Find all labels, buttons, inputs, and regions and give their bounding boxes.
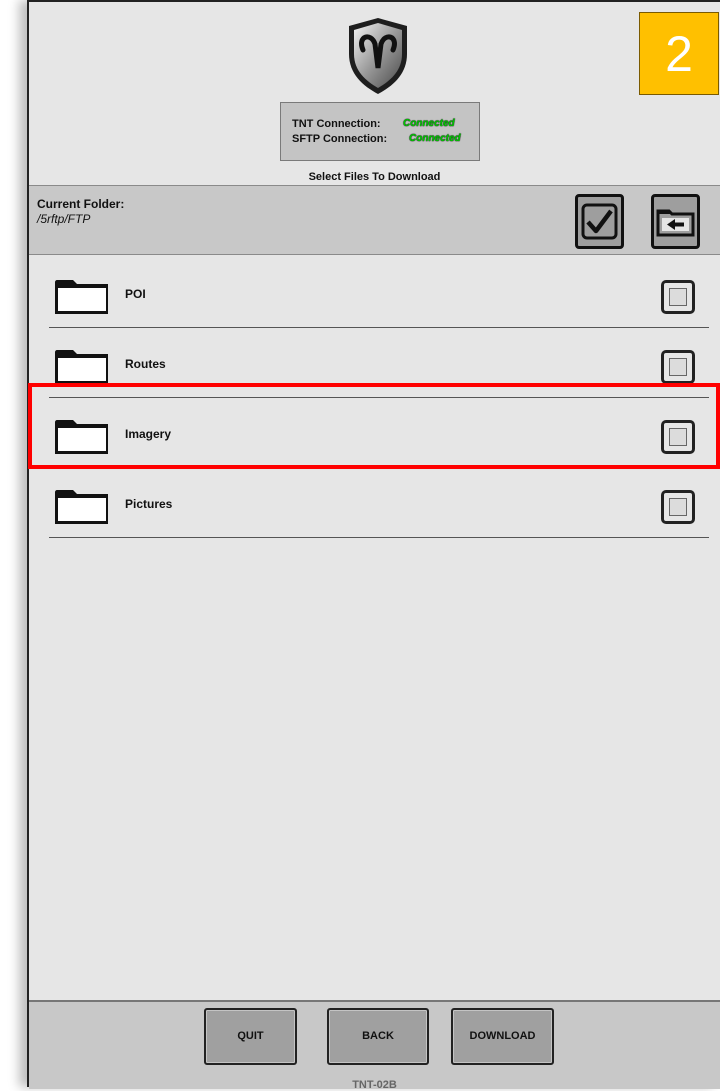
back-button[interactable]: BACK [327, 1008, 429, 1065]
current-folder-label: Current Folder: [37, 197, 125, 211]
list-item-routes[interactable]: Routes [49, 327, 709, 398]
current-folder-path: /5rftp/FTP [37, 212, 91, 226]
list-item-poi[interactable]: POI [49, 257, 709, 328]
select-checkbox[interactable] [661, 490, 695, 524]
download-button[interactable]: DOWNLOAD [451, 1008, 554, 1065]
list-item-imagery[interactable]: Imagery [49, 397, 709, 468]
folder-icon [55, 490, 108, 524]
parent-folder-button[interactable] [651, 194, 700, 249]
tnt-connection-status: Connected [403, 118, 455, 129]
device-id: TNT-02B [352, 1079, 397, 1091]
step-badge: 2 [639, 12, 719, 95]
select-checkbox[interactable] [661, 420, 695, 454]
select-checkbox[interactable] [661, 350, 695, 384]
file-name: Pictures [125, 497, 173, 511]
select-all-button[interactable] [575, 194, 624, 249]
instruction-text: Select Files To Download [308, 171, 441, 183]
connection-status-box: TNT Connection: Connected SFTP Connectio… [280, 102, 480, 161]
folder-back-icon [656, 209, 695, 237]
checkbox-checked-icon [581, 203, 618, 240]
header: TNT Connection: Connected SFTP Connectio… [29, 2, 720, 185]
list-item-pictures[interactable]: Pictures [49, 467, 709, 538]
sftp-connection-status: Connected [409, 133, 461, 144]
ram-shield-logo [349, 18, 407, 94]
file-name: Routes [125, 357, 166, 371]
folder-icon [55, 420, 108, 454]
folder-icon [55, 280, 108, 314]
tnt-connection-label: TNT Connection: [292, 118, 381, 130]
footer-bar: QUIT BACK DOWNLOAD TNT-02B [29, 1000, 720, 1091]
current-folder-bar: Current Folder: /5rftp/FTP [29, 185, 720, 255]
file-name: POI [125, 287, 146, 301]
sftp-connection-label: SFTP Connection: [292, 133, 388, 145]
file-name: Imagery [125, 427, 172, 441]
select-checkbox[interactable] [661, 280, 695, 314]
app-window: TNT Connection: Connected SFTP Connectio… [27, 0, 720, 1091]
quit-button[interactable]: QUIT [204, 1008, 297, 1065]
folder-icon [55, 350, 108, 384]
